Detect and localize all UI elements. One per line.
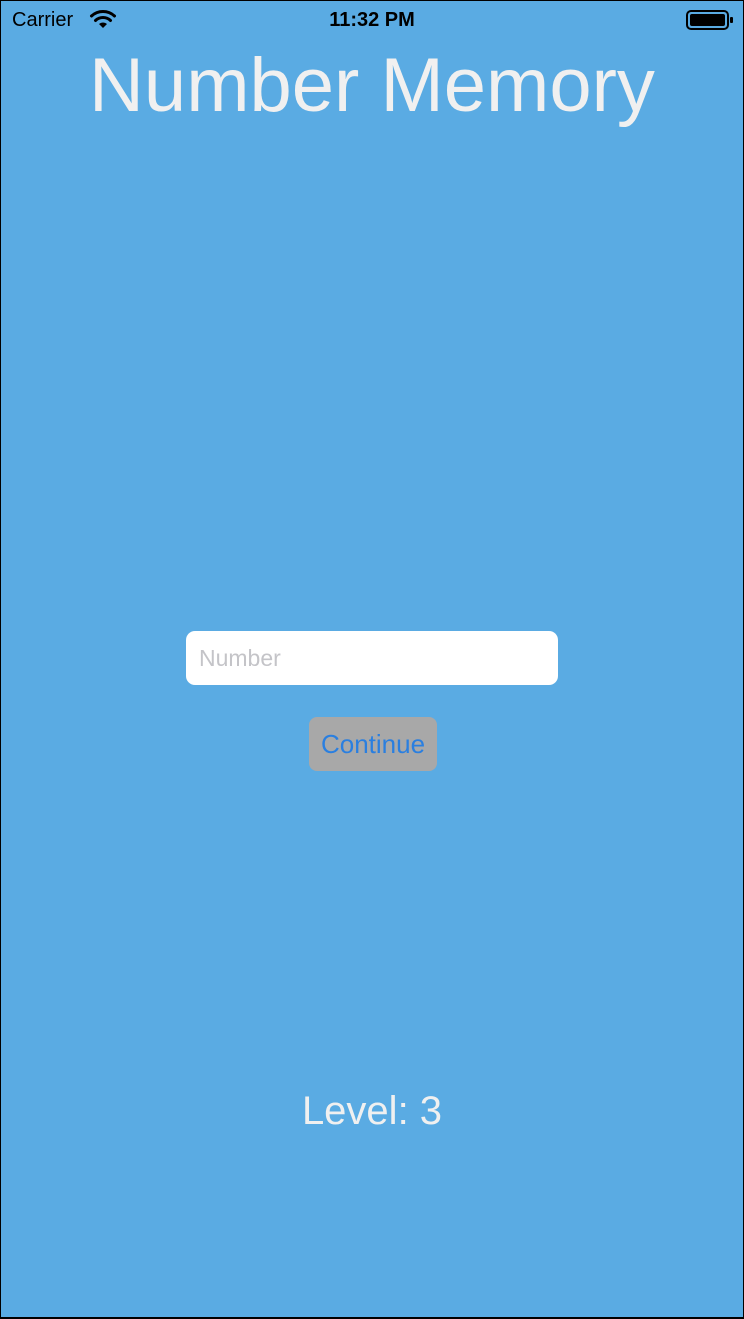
- number-input[interactable]: [186, 631, 558, 685]
- page-title: Number Memory: [89, 43, 655, 128]
- app-screen: Carrier 11:32 PM Number Memory Continue …: [1, 1, 743, 1317]
- continue-button[interactable]: Continue: [309, 717, 437, 771]
- status-time: 11:32 PM: [329, 9, 415, 31]
- status-bar: Carrier 11:32 PM: [1, 1, 743, 39]
- battery-icon: [686, 10, 733, 30]
- level-label: Level: 3: [301, 1089, 443, 1133]
